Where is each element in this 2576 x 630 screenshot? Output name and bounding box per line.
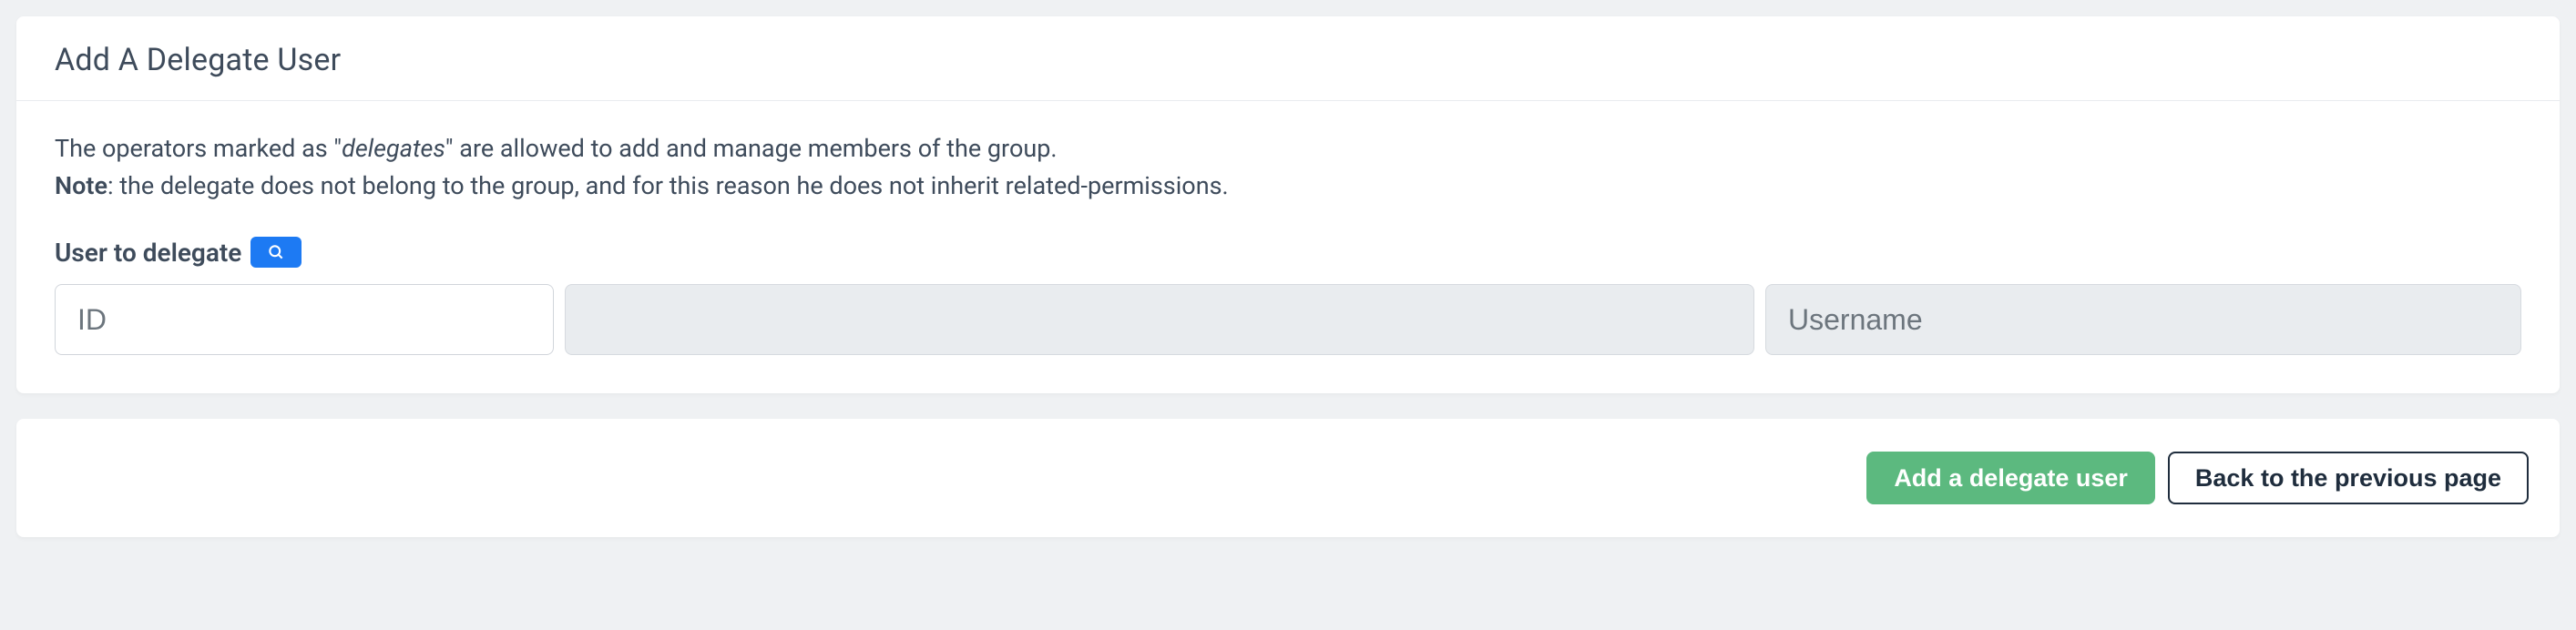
note-label: Note bbox=[55, 171, 107, 200]
add-delegate-user-button[interactable]: Add a delegate user bbox=[1866, 452, 2155, 504]
user-to-delegate-label: User to delegate bbox=[55, 238, 241, 268]
search-button[interactable] bbox=[250, 237, 302, 268]
add-delegate-card: Add A Delegate User The operators marked… bbox=[16, 16, 2560, 393]
field-label-row: User to delegate bbox=[55, 237, 2521, 268]
info-text-post: " are allowed to add and manage members … bbox=[445, 134, 1058, 163]
card-body: The operators marked as "delegates" are … bbox=[16, 101, 2560, 393]
display-name-input bbox=[565, 284, 1754, 355]
delegate-input-row bbox=[55, 284, 2521, 355]
search-icon bbox=[267, 243, 285, 261]
info-text: The operators marked as "delegates" are … bbox=[55, 130, 2521, 204]
info-text-pre: The operators marked as " bbox=[55, 134, 342, 163]
back-button[interactable]: Back to the previous page bbox=[2168, 452, 2529, 504]
card-title: Add A Delegate User bbox=[55, 42, 2521, 78]
card-header: Add A Delegate User bbox=[16, 16, 2560, 101]
id-input[interactable] bbox=[55, 284, 554, 355]
action-bar: Add a delegate user Back to the previous… bbox=[16, 419, 2560, 537]
info-text-emphasis: delegates bbox=[342, 134, 445, 163]
note-text: : the delegate does not belong to the gr… bbox=[107, 171, 1229, 200]
username-input bbox=[1765, 284, 2521, 355]
